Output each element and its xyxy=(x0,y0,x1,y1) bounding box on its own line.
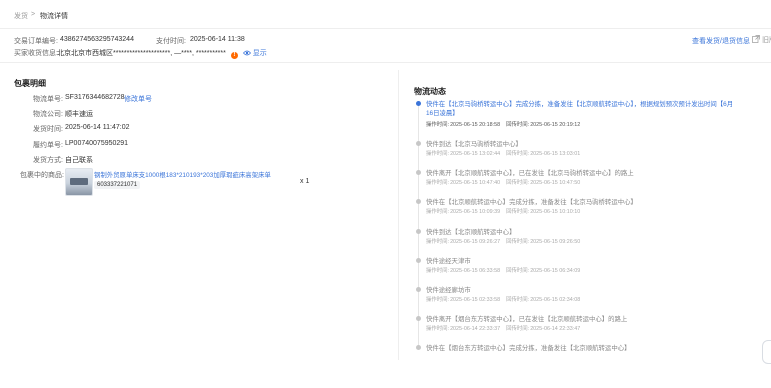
eye-icon[interactable] xyxy=(242,50,251,56)
event-times: 操作时间:2025-06-15 13:02:44 回传时间:2025-06-15 … xyxy=(426,151,581,157)
ship-time-label: 发货时间: xyxy=(33,126,63,133)
event-text-continued: 16日凌晨】 xyxy=(426,110,459,117)
timeline-dot xyxy=(416,229,421,234)
event-times: 操作时间:2025-06-15 09:26:27 回传时间:2025-06-15 … xyxy=(426,239,581,245)
timeline-dot-active xyxy=(416,101,421,106)
breadcrumb-separator: > xyxy=(31,11,36,18)
trade-no-value: 4386274563295743244 xyxy=(60,36,134,43)
event-text: 快件在【北京顺航转运中心】完成分拣，准备发往【北京马驹桥转运中心】 xyxy=(426,199,637,206)
fulfillment-no-label: 履约单号: xyxy=(33,142,63,149)
product-thumbnail[interactable] xyxy=(65,168,93,196)
ship-method-label: 发货方式: xyxy=(33,157,63,164)
column-divider xyxy=(398,70,399,360)
event-text: 快件在【烟台东方转运中心】完成分拣，准备发往【北京顺航转运中心】 xyxy=(426,345,631,352)
view-shipping-link[interactable]: 查看发货/退货信息 xyxy=(692,36,750,46)
show-buyer-info-link[interactable]: 显示 xyxy=(253,50,267,57)
floating-help-button[interactable] xyxy=(762,340,771,364)
event-times: 操作时间:2025-06-15 10:09:39 回传时间:2025-06-15 … xyxy=(426,209,581,215)
divider xyxy=(0,28,771,29)
timeline-dot xyxy=(416,258,421,263)
breadcrumb-parent[interactable]: 发货 xyxy=(14,11,28,21)
event-text: 快件途经廊坊市 xyxy=(426,287,471,294)
tracking-no-label: 物流单号: xyxy=(33,96,63,103)
event-times: 操作时间:2025-06-15 10:47:40 回传时间:2025-06-15 … xyxy=(426,180,581,186)
event-text: 快件到达【北京顺航转运中心】 xyxy=(426,229,516,236)
event-times: 操作时间:2025-06-15 02:33:58 回传时间:2025-06-15 … xyxy=(426,297,581,303)
edit-tracking-no-link[interactable]: 修改单号 xyxy=(124,94,152,104)
event-times: 操作时间:2025-06-14 22:33:37 回传时间:2025-06-14 … xyxy=(426,326,581,332)
event-text: 快件到达【北京马驹桥转运中心】 xyxy=(426,141,522,148)
package-title: 包裹明细 xyxy=(14,79,46,88)
pay-time-value: 2025-06-14 11:38 xyxy=(190,36,245,43)
fulfillment-no-value: LP00740075950291 xyxy=(65,140,129,147)
carrier-label: 物流公司: xyxy=(33,111,63,118)
event-times: 操作时间:2025-06-15 06:33:58 回传时间:2025-06-15 … xyxy=(426,268,581,274)
goods-quantity: x 1 xyxy=(300,178,310,185)
goods-label: 包裹中的商品: xyxy=(20,172,64,179)
trade-no-label: 交易订单编号: xyxy=(14,38,58,45)
event-text: 快件途经天津市 xyxy=(426,258,471,265)
ship-time-value: 2025-06-14 11:47:02 xyxy=(65,124,130,131)
timeline-dot xyxy=(416,345,421,350)
pay-time-label: 支付时间: xyxy=(156,38,186,45)
timeline-dot xyxy=(416,287,421,292)
goods-sku: 603337221071 xyxy=(94,181,141,189)
old-version-block[interactable]: 旧版 xyxy=(752,35,771,45)
event-times: 操作时间:2025-06-15 20:18:58 回传时间:2025-06-15 … xyxy=(426,122,581,128)
buyer-info-block: 北京北京市西城区*********************, —****, **… xyxy=(57,48,267,59)
event-text: 快件离开【北京顺航转运中心】，已在发往【北京马驹桥转运中心】的路上 xyxy=(426,170,634,177)
buyer-info-label: 买家收货信息: xyxy=(14,50,58,57)
goods-name-link[interactable]: 钢制外贸原单床支1000根183*210193*203加厚瑕疵床高架床单 xyxy=(94,170,271,179)
timeline-dot xyxy=(416,141,421,146)
timeline-dot xyxy=(416,199,421,204)
timeline-dot xyxy=(416,170,421,175)
breadcrumb-current: 物流详情 xyxy=(40,13,68,20)
breadcrumb: 发货 > 物流详情 xyxy=(0,0,771,28)
logistics-title: 物流动态 xyxy=(414,87,446,96)
buyer-info-value: 北京北京市西城区*********************, —****, **… xyxy=(57,50,226,57)
ship-method-value: 自己联系 xyxy=(65,157,93,164)
warning-icon: ! xyxy=(230,52,238,59)
external-link-icon xyxy=(752,35,760,43)
timeline-dot xyxy=(416,316,421,321)
event-text: 快件离开【烟台东方转运中心】，已在发往【北京顺航转运中心】的路上 xyxy=(426,316,628,323)
divider xyxy=(0,62,771,63)
carrier-value: 顺丰速运 xyxy=(65,111,93,118)
tracking-no-value: SF3176344682728 xyxy=(65,94,125,101)
old-version-link[interactable]: 旧版 xyxy=(762,37,771,44)
event-text: 快件在【北京马驹桥转运中心】完成分拣，准备发往【北京顺航转运中心】，根据规划预次… xyxy=(426,101,734,108)
